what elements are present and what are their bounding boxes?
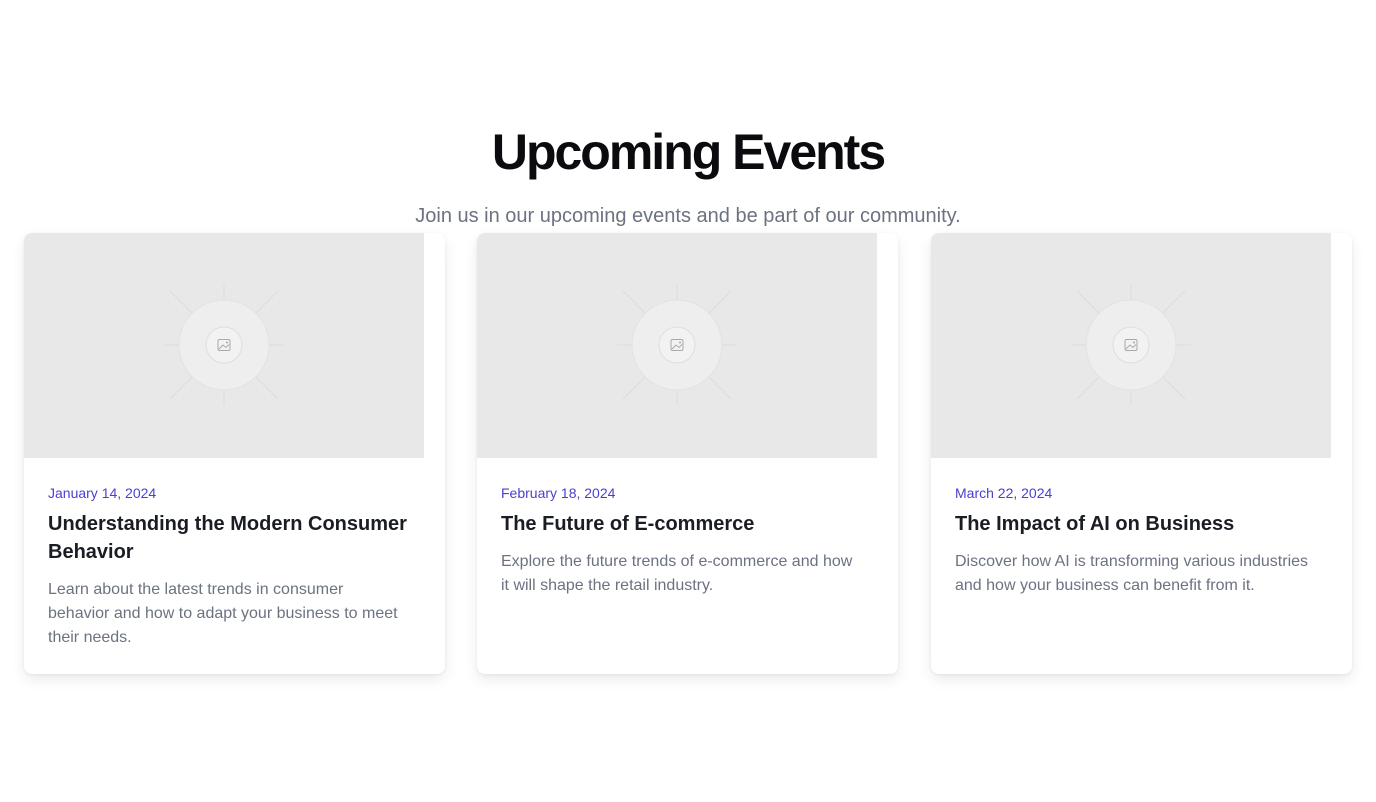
page-title: Upcoming Events (491, 124, 886, 180)
event-title[interactable]: The Impact of AI on Business (955, 510, 1335, 538)
event-card[interactable]: January 14, 2024 Understanding the Moder… (24, 233, 445, 674)
event-image (931, 233, 1331, 458)
image-placeholder-icon (617, 285, 737, 405)
event-title[interactable]: The Future of E-commerce (501, 510, 881, 538)
event-card[interactable]: March 22, 2024 The Impact of AI on Busin… (931, 233, 1352, 674)
event-image (477, 233, 877, 458)
event-description: Explore the future trends of e-commerce … (501, 553, 853, 594)
event-date: February 18, 2024 (501, 485, 616, 501)
event-card[interactable]: February 18, 2024 The Future of E-commer… (477, 233, 898, 674)
image-placeholder-icon (1071, 285, 1191, 405)
event-title[interactable]: Understanding the Modern Consumer Behavi… (48, 510, 428, 566)
event-description: Learn about the latest trends in consume… (48, 581, 398, 646)
event-description: Discover how AI is transforming various … (955, 553, 1309, 594)
events-section: Upcoming Events Join us in our upcoming … (0, 0, 1376, 802)
page-subtitle: Join us in our upcoming events and be pa… (415, 205, 961, 227)
event-date: January 14, 2024 (48, 485, 157, 501)
event-cards: January 14, 2024 Understanding the Moder… (24, 233, 1352, 674)
event-date: March 22, 2024 (955, 485, 1053, 501)
event-image (24, 233, 424, 458)
image-placeholder-icon (164, 285, 284, 405)
